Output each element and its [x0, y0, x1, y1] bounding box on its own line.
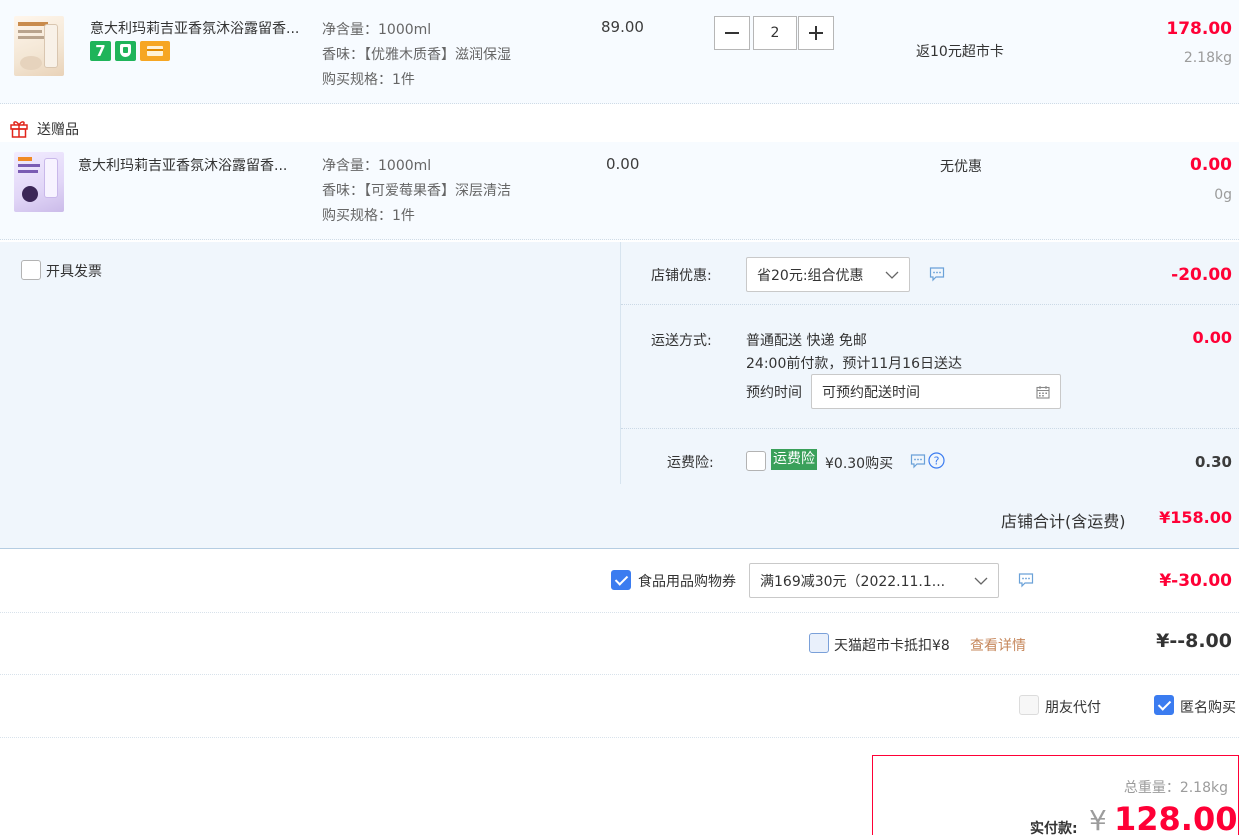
shield-badge-icon — [115, 41, 136, 61]
total-weight: 总重量：2.18kg — [1123, 780, 1228, 796]
calendar-icon — [1036, 386, 1050, 399]
shop-total-value: ¥158.00 — [1159, 508, 1232, 527]
food-coupon-select[interactable]: 满169减30元（2022.11.1... — [749, 563, 999, 598]
pay-currency: ¥ — [1089, 804, 1107, 835]
panel-divider — [620, 242, 621, 484]
plus-icon — [809, 26, 823, 40]
promo-text: 返10元超市卡 — [916, 44, 1004, 60]
payment-summary-box: 总重量：2.18kg 实付款: ¥ 128.00 — [872, 755, 1239, 835]
gift-unit-price: 0.00 — [606, 155, 640, 173]
gift-thumbnail[interactable] — [14, 152, 64, 212]
shop-discount-select[interactable]: 省20元:组合优惠 — [746, 257, 910, 292]
gift-spec-volume: 净含量：1000ml — [322, 158, 432, 174]
message-icon[interactable] — [910, 453, 926, 469]
anonymous-label: 匿名购买 — [1180, 700, 1236, 716]
message-icon[interactable] — [1018, 572, 1034, 588]
gift-promo: 无优惠 — [940, 159, 982, 175]
spec-qty: 购买规格：1件 — [322, 72, 415, 88]
svg-text:?: ? — [934, 455, 940, 468]
tmall-card-value: ¥--8.00 — [1156, 630, 1232, 652]
message-icon[interactable] — [929, 266, 945, 282]
quantity-input[interactable]: 2 — [753, 16, 797, 50]
gift-header-label: 送赠品 — [37, 122, 79, 138]
product-thumbnail[interactable] — [14, 16, 64, 76]
quantity-increase-button[interactable] — [798, 16, 834, 50]
insurance-desc: ¥0.30购买 — [825, 456, 894, 472]
badge-7-text: 7 — [95, 42, 106, 60]
schedule-time-select[interactable]: 可预约配送时间 — [811, 374, 1061, 409]
food-coupon-select-value: 满169减30元（2022.11.1... — [760, 573, 946, 590]
food-coupon-checkbox[interactable] — [611, 570, 631, 590]
minus-icon — [725, 32, 739, 34]
shop-total-label: 店铺合计(含运费) — [1001, 512, 1126, 531]
item-subtotal: 178.00 — [1166, 19, 1232, 39]
schedule-label: 预约时间 — [746, 385, 802, 401]
quantity-decrease-button[interactable] — [714, 16, 750, 50]
insurance-checkbox[interactable] — [746, 451, 766, 471]
unit-price: 89.00 — [601, 18, 644, 36]
friend-pay-label: 朋友代付 — [1045, 700, 1101, 716]
product-title-link[interactable]: 意大利玛莉吉亚香氛沐浴露留香... — [90, 18, 299, 38]
tmall-card-label: 天猫超市卡抵扣¥8 — [834, 638, 950, 654]
pay-label: 实付款: — [1030, 821, 1078, 835]
spec-volume: 净含量：1000ml — [322, 22, 432, 38]
help-question-icon[interactable]: ? — [928, 452, 945, 469]
insurance-value: 0.30 — [1194, 453, 1232, 471]
invoice-checkbox[interactable] — [21, 260, 41, 280]
shop-discount-select-value: 省20元:组合优惠 — [757, 267, 864, 284]
friend-pay-checkbox[interactable] — [1019, 695, 1039, 715]
delivery-label: 运送方式: — [651, 333, 712, 349]
gift-header: 送赠品 — [0, 104, 1239, 142]
spec-scent: 香味：【优雅木质香】滋润保湿 — [322, 47, 511, 63]
gift-spec-qty: 购买规格：1件 — [322, 208, 415, 224]
food-coupon-label: 食品用品购物券 — [638, 574, 736, 590]
pay-total-value: 128.00 — [1114, 800, 1238, 835]
delivery-value: 0.00 — [1192, 328, 1232, 347]
chevron-down-icon — [885, 271, 899, 279]
card-badge-icon — [140, 41, 170, 61]
order-options-panel: 开具发票 店铺优惠: 省20元:组合优惠 -20.00 运送方式: 普通配送 快… — [0, 242, 1239, 549]
food-coupon-value: ¥-30.00 — [1159, 571, 1232, 591]
gift-title-link[interactable]: 意大利玛莉吉亚香氛沐浴露留香... — [78, 155, 287, 175]
shop-discount-label: 店铺优惠: — [651, 268, 712, 284]
delivery-eta: 24:00前付款，预计11月16日送达 — [746, 356, 962, 372]
anonymous-checkbox[interactable] — [1154, 695, 1174, 715]
schedule-time-placeholder: 可预约配送时间 — [822, 384, 920, 401]
invoice-label: 开具发票 — [46, 264, 102, 280]
chevron-down-icon — [974, 577, 988, 585]
cart-item-row: 意大利玛莉吉亚香氛沐浴露留香... 7 净含量：1000ml 香味：【优雅木质香… — [0, 0, 1239, 104]
badge-7day-return: 7 — [90, 41, 111, 61]
quantity-value: 2 — [770, 25, 780, 41]
gift-item-row: 意大利玛莉吉亚香氛沐浴露留香... 净含量：1000ml 香味：【可爱莓果香】深… — [0, 142, 1239, 240]
gift-spec-scent: 香味：【可爱莓果香】深层清洁 — [322, 183, 511, 199]
insurance-label: 运费险: — [667, 455, 714, 471]
gift-subtotal: 0.00 — [1190, 155, 1232, 175]
tmall-card-details-link[interactable]: 查看详情 — [970, 635, 1026, 655]
shop-discount-value: -20.00 — [1171, 265, 1232, 285]
item-weight: 2.18kg — [1183, 50, 1232, 66]
tmall-card-checkbox[interactable] — [809, 633, 829, 653]
insurance-tag: 运费险 — [771, 449, 817, 470]
gift-icon — [10, 121, 28, 138]
gift-weight: 0g — [1214, 187, 1232, 203]
delivery-method: 普通配送 快递 免邮 — [746, 333, 867, 349]
